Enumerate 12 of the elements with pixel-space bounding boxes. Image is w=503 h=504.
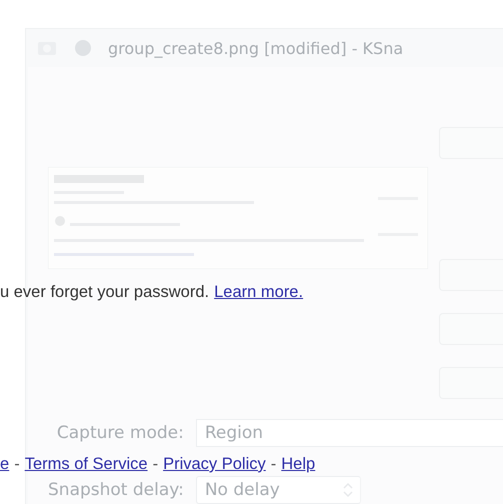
field-label: Snapshot delay: xyxy=(48,480,184,500)
separator-text: - xyxy=(152,455,158,474)
field-label: Capture mode: xyxy=(56,423,184,443)
footer-link[interactable]: e xyxy=(0,455,10,474)
separator-text: - xyxy=(270,455,276,474)
footer-link[interactable]: Terms of Service xyxy=(24,455,148,474)
footer-link[interactable]: Privacy Policy xyxy=(163,455,266,474)
separator-text: - xyxy=(14,455,20,474)
learn-more-link[interactable]: Learn more. xyxy=(214,283,304,302)
notice-text: u ever forget your password. xyxy=(0,283,210,302)
window-title: group_create8.png [modified] - KSna xyxy=(108,38,404,58)
footer-link[interactable]: Help xyxy=(281,455,316,474)
